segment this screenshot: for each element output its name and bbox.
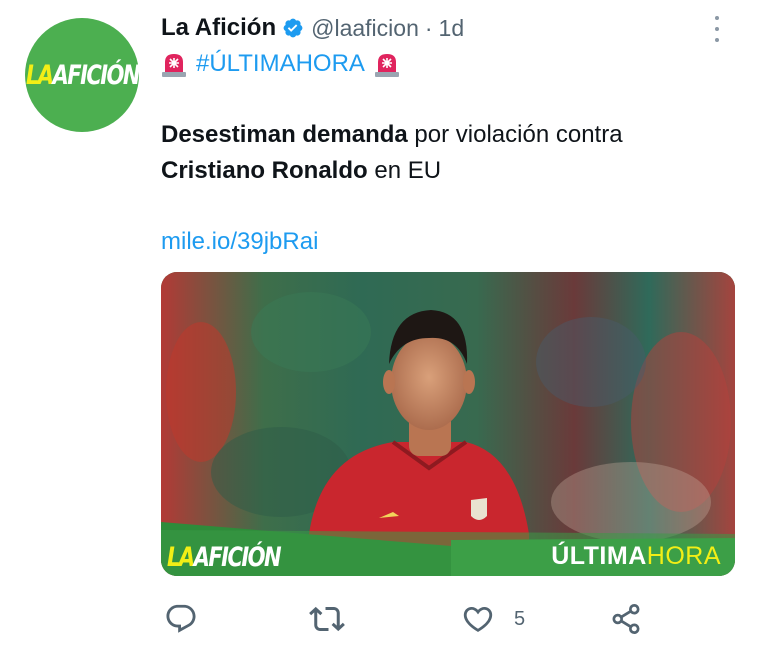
tweet-action-bar: 5 <box>0 596 760 642</box>
banner-logo: LAAFICIÓN <box>161 538 312 576</box>
media-card[interactable]: LAAFICIÓN ÚLTIMA HORA <box>161 272 735 576</box>
reply-icon <box>164 602 198 636</box>
tweet-text-rest-2: en EU <box>367 157 442 184</box>
banner-hora: HORA <box>646 541 721 570</box>
retweet-button[interactable] <box>309 596 345 642</box>
avatar-logo: LAAFICIÓN <box>25 59 140 91</box>
tweet-link[interactable]: mile.io/39jbRai <box>161 228 318 256</box>
banner-logo-aficion: AFICIÓN <box>193 541 282 573</box>
tweet-text-line-1: Desestiman demanda por violación contra <box>161 121 623 149</box>
avatar-logo-aficion: AFICIÓN <box>52 59 140 91</box>
retweet-icon <box>309 601 345 637</box>
verified-badge-icon <box>283 18 303 38</box>
banner-ultima: ÚLTIMA <box>551 541 647 570</box>
siren-emoji-icon <box>374 54 399 77</box>
separator-dot: · <box>424 14 433 41</box>
like-button[interactable]: 5 <box>461 596 525 642</box>
banner-ultimahora: ÚLTIMA HORA <box>551 537 721 575</box>
tweet-text-bold-1: Desestiman demanda <box>161 121 408 148</box>
player-photo <box>161 272 735 576</box>
more-options-icon[interactable] <box>707 14 727 44</box>
siren-emoji-icon <box>162 54 186 77</box>
account-handle[interactable]: @laaficion <box>311 15 419 42</box>
reply-button[interactable] <box>164 596 198 642</box>
hashtag-ultimahora[interactable]: #ÚLTIMAHORA <box>196 50 365 78</box>
tweet-text-bold-2: Cristiano Ronaldo <box>161 157 368 184</box>
share-button[interactable] <box>608 596 644 642</box>
avatar-logo-la: LA <box>25 59 53 91</box>
tweet-text-rest-1: por violación contra <box>407 121 623 148</box>
account-avatar[interactable]: LAAFICIÓN <box>25 18 140 132</box>
account-name[interactable]: La Afición <box>161 14 276 42</box>
share-icon <box>608 601 644 637</box>
tweet-text-line-2: Cristiano Ronaldo en EU <box>161 157 441 185</box>
like-count: 5 <box>514 607 526 630</box>
heart-icon <box>461 602 495 636</box>
tweet-timestamp[interactable]: 1d <box>439 15 465 42</box>
hashtag-line: #ÚLTIMAHORA <box>161 50 400 78</box>
tweet-header: La Afición @laaficion · 1d <box>161 14 464 42</box>
banner-logo-la: LA <box>167 541 195 573</box>
